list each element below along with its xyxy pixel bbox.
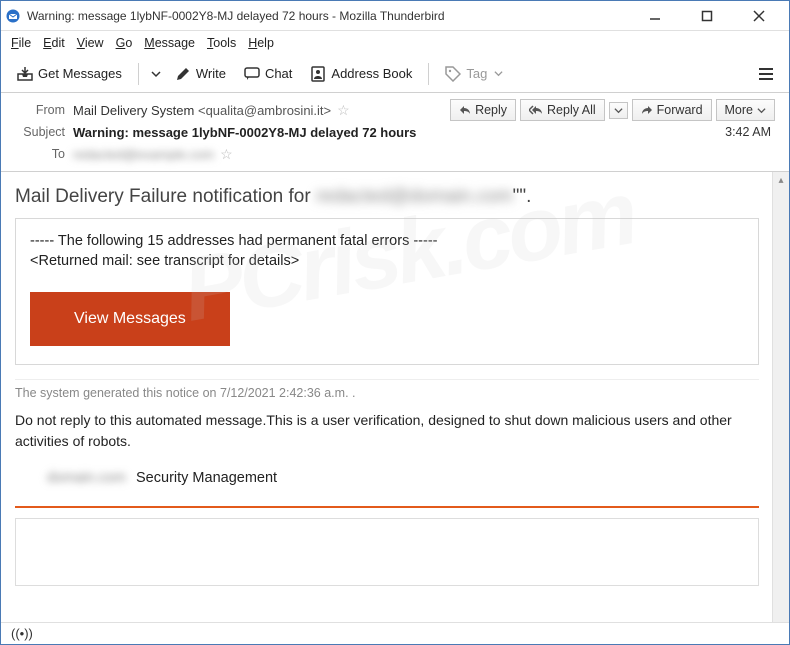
- inbox-icon: [17, 66, 33, 82]
- reply-label: Reply: [475, 103, 507, 117]
- to-row: To redacted@example.com ☆: [15, 143, 775, 165]
- menu-edit[interactable]: Edit: [43, 36, 65, 50]
- address-book-icon: [310, 66, 326, 82]
- menu-tools[interactable]: Tools: [207, 36, 236, 50]
- to-value-redacted: redacted@example.com: [73, 147, 214, 162]
- security-management-line: domain.com Security Management: [47, 470, 759, 486]
- app-icon: [5, 8, 21, 24]
- menu-file[interactable]: File: [11, 36, 31, 50]
- reply-all-label: Reply All: [547, 103, 596, 117]
- error-box: ----- The following 15 addresses had per…: [15, 218, 759, 365]
- forward-icon: [641, 104, 653, 116]
- reply-all-dropdown[interactable]: [609, 102, 628, 119]
- toolbar-separator: [138, 63, 139, 85]
- get-messages-button[interactable]: Get Messages: [11, 62, 128, 86]
- maximize-button[interactable]: [691, 4, 723, 28]
- chevron-down-icon: [614, 106, 623, 115]
- chat-button[interactable]: Chat: [238, 62, 298, 86]
- tag-button[interactable]: Tag: [439, 62, 509, 86]
- reply-all-button[interactable]: Reply All: [520, 99, 605, 121]
- generated-notice: The system generated this notice on 7/12…: [15, 379, 759, 400]
- window-titlebar: Warning: message 1lybNF-0002Y8-MJ delaye…: [1, 1, 789, 31]
- scrollbar[interactable]: ▴: [772, 172, 789, 623]
- orange-divider: [15, 506, 759, 508]
- menu-view[interactable]: View: [77, 36, 104, 50]
- statusbar: ((•)): [1, 622, 789, 644]
- star-icon[interactable]: ☆: [337, 102, 350, 119]
- toolbar-separator-2: [428, 63, 429, 85]
- chevron-down-icon: [757, 106, 766, 115]
- header-actions: Reply Reply All Forward More: [450, 99, 775, 121]
- minimize-button[interactable]: [639, 4, 671, 28]
- write-button[interactable]: Write: [169, 62, 232, 86]
- more-button[interactable]: More: [716, 99, 775, 121]
- tag-icon: [445, 66, 461, 82]
- message-time: 3:42 AM: [725, 125, 771, 139]
- menubar: File Edit View Go Message Tools Help: [1, 31, 789, 55]
- window-buttons: [639, 4, 775, 28]
- subject-value: Warning: message 1lybNF-0002Y8-MJ delaye…: [73, 125, 416, 140]
- message-body: Mail Delivery Failure notification for r…: [1, 172, 789, 594]
- close-button[interactable]: [743, 4, 775, 28]
- address-book-button[interactable]: Address Book: [304, 62, 418, 86]
- reply-button[interactable]: Reply: [450, 99, 516, 121]
- get-messages-label: Get Messages: [38, 66, 122, 81]
- forward-label: Forward: [657, 103, 703, 117]
- no-reply-text: Do not reply to this automated message.T…: [15, 410, 759, 452]
- to-label: To: [15, 147, 65, 161]
- body-title: Mail Delivery Failure notification for r…: [15, 186, 759, 208]
- pencil-icon: [175, 66, 191, 82]
- chat-label: Chat: [265, 66, 292, 81]
- scroll-up-icon[interactable]: ▴: [773, 172, 789, 189]
- from-label: From: [15, 103, 65, 117]
- write-label: Write: [196, 66, 226, 81]
- chevron-down-icon: [494, 69, 503, 78]
- sec-redacted: domain.com: [47, 470, 126, 486]
- view-messages-button[interactable]: View Messages: [30, 292, 230, 346]
- chat-icon: [244, 66, 260, 82]
- subject-row: Subject Warning: message 1lybNF-0002Y8-M…: [15, 121, 775, 143]
- from-value: Mail Delivery System <qualita@ambrosini.…: [73, 103, 331, 118]
- menu-go[interactable]: Go: [116, 36, 133, 50]
- subject-label: Subject: [15, 125, 65, 139]
- error-line-1: ----- The following 15 addresses had per…: [30, 231, 744, 251]
- address-book-label: Address Book: [331, 66, 412, 81]
- star-icon-2[interactable]: ☆: [220, 146, 233, 163]
- get-messages-dropdown[interactable]: [149, 65, 163, 83]
- sec-mgmt-text: Security Management: [136, 470, 277, 486]
- empty-box: [15, 518, 759, 586]
- reply-all-icon: [529, 104, 543, 116]
- error-line-2: <Returned mail: see transcript for detai…: [30, 251, 744, 271]
- message-body-wrap: Mail Delivery Failure notification for r…: [1, 172, 789, 623]
- reply-icon: [459, 104, 471, 116]
- window-title: Warning: message 1lybNF-0002Y8-MJ delaye…: [27, 9, 639, 23]
- tag-label: Tag: [466, 66, 487, 81]
- app-menu-button[interactable]: [757, 65, 775, 83]
- message-header: From Mail Delivery System <qualita@ambro…: [1, 93, 789, 172]
- menu-message[interactable]: Message: [144, 36, 195, 50]
- forward-button[interactable]: Forward: [632, 99, 712, 121]
- chevron-down-icon: [151, 69, 161, 79]
- activity-indicator-icon: ((•)): [11, 626, 33, 641]
- more-label: More: [725, 103, 753, 117]
- toolbar: Get Messages Write Chat Address Book Tag: [1, 55, 789, 93]
- menu-help[interactable]: Help: [248, 36, 274, 50]
